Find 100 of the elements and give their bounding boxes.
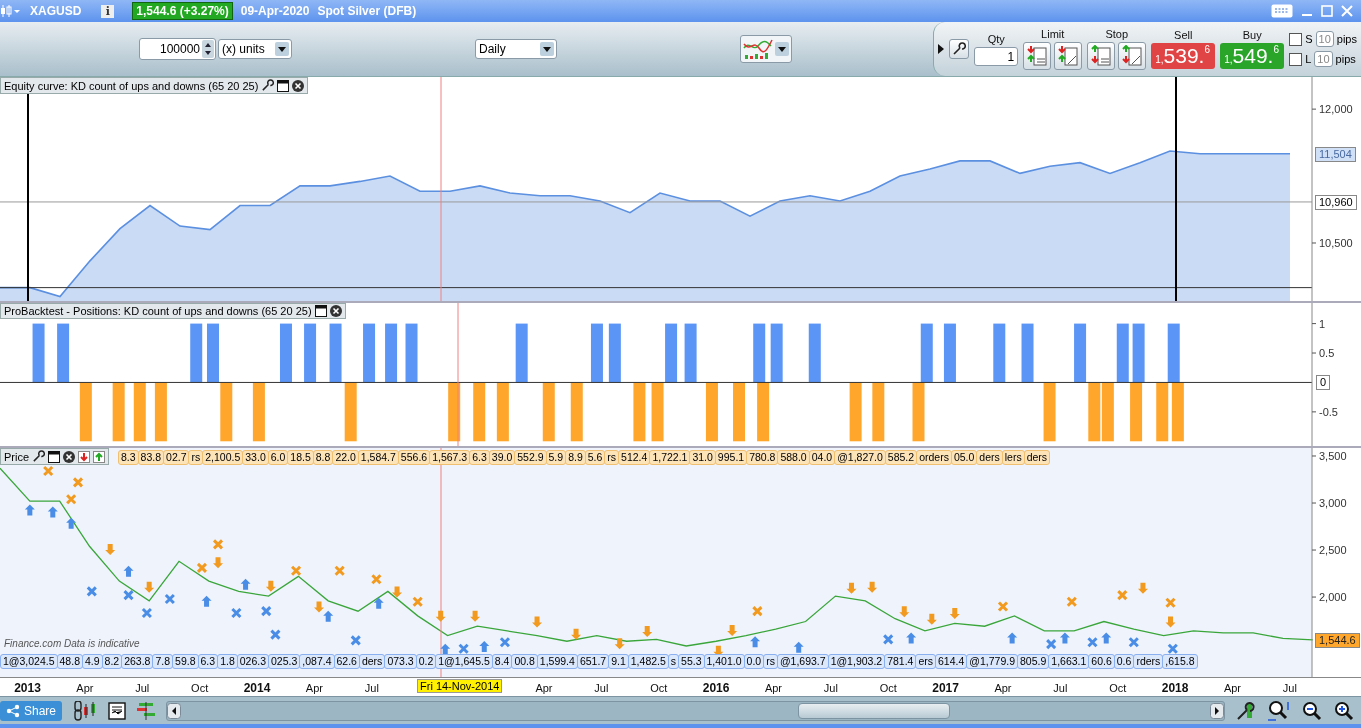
symbol-name[interactable]: XAGUSD: [30, 4, 82, 18]
quantity-spinner[interactable]: 100000: [139, 38, 216, 60]
cross-marker: [141, 607, 153, 619]
cross-marker: [86, 585, 98, 597]
order-label: 1,584.7: [357, 450, 399, 465]
cross-marker: [1128, 636, 1140, 648]
stop-order-button[interactable]: [1118, 42, 1147, 70]
order-label: 1,401.0: [703, 654, 745, 669]
window-icon[interactable]: [314, 305, 327, 317]
bars-icon[interactable]: [136, 701, 157, 720]
pips-field[interactable]: 10: [1315, 31, 1334, 47]
year-label: 2014: [243, 681, 271, 695]
order-label: @1,827.0: [834, 450, 886, 465]
wrench-icon[interactable]: [261, 79, 275, 92]
position-bar: [473, 382, 486, 442]
cursor-value-badge: 10,960: [1315, 194, 1357, 210]
cross-marker: [1165, 597, 1176, 609]
order-label: 6.3: [469, 450, 490, 465]
unit-dropdown[interactable]: (x) units: [218, 39, 292, 59]
order-label: 263.8: [121, 654, 154, 669]
checkbox[interactable]: [1289, 52, 1303, 66]
buy-button[interactable]: 1,549.$^{6}$: [1220, 43, 1285, 69]
order-label: 995.1: [714, 450, 748, 465]
indicators-button[interactable]: [740, 35, 792, 63]
down-arrow-marker: [314, 601, 324, 613]
settings-button[interactable]: [949, 39, 970, 59]
period-dropdown[interactable]: Daily: [475, 39, 557, 59]
order-label: 18.5: [287, 450, 314, 465]
checkbox[interactable]: [1289, 32, 1303, 46]
cross-marker: [1066, 596, 1078, 608]
info-button[interactable]: i: [101, 4, 115, 18]
panel-title: ProBacktest - Positions: KD count of ups and downs (65 20 25): [4, 305, 312, 317]
zoom-out-icon[interactable]: [1301, 699, 1323, 722]
axis-tick-label: 0.5: [1319, 347, 1335, 359]
close-icon[interactable]: [329, 305, 342, 317]
price-change-badge: 1,544.6 (+3.27%): [132, 2, 233, 20]
sell-button[interactable]: 1,539.$^{6}$: [1151, 43, 1216, 69]
axis-tick-label: -0.5: [1319, 405, 1338, 418]
spinner-arrows-icon[interactable]: [202, 40, 214, 58]
order-label: 512.4: [618, 450, 651, 465]
close-icon[interactable]: [292, 79, 305, 92]
option-label: L: [1305, 53, 1312, 65]
panel-title: Price: [4, 450, 30, 463]
candlestick-icon[interactable]: [0, 4, 22, 18]
order-label: 1,663.1: [1048, 654, 1090, 669]
maximize-icon[interactable]: [1321, 5, 1333, 17]
up-arrow-marker: [323, 610, 334, 622]
up-arrow-marker: [1101, 632, 1112, 644]
close-icon[interactable]: [63, 450, 76, 463]
window-icon[interactable]: [48, 450, 61, 463]
down-arrow-marker: [144, 581, 155, 593]
position-bar: [753, 323, 766, 383]
down-arrow-marker: [614, 638, 625, 650]
up-arrow-marker: [240, 578, 251, 590]
down-arrow-marker: [213, 557, 224, 569]
share-button[interactable]: Share: [0, 700, 63, 721]
zero-value-badge: 0: [1316, 375, 1331, 391]
zoom-fit-icon[interactable]: [1267, 699, 1291, 722]
pips-field[interactable]: 10: [1314, 51, 1333, 67]
limit-order-icon: [1026, 45, 1049, 67]
month-label: Apr: [994, 682, 1012, 694]
position-bar: [57, 323, 70, 383]
down-arrow-marker: [105, 544, 116, 556]
stop-order-button[interactable]: [1087, 42, 1116, 70]
zoom-in-icon[interactable]: [1333, 699, 1355, 722]
cross-marker: [997, 600, 1009, 612]
scroll-left-icon[interactable]: [167, 702, 182, 719]
collapse-arrow-icon[interactable]: [938, 44, 945, 54]
down-arrow-marker: [867, 581, 878, 593]
order-label: 60.6: [1088, 654, 1115, 669]
up-arrow-marker: [373, 597, 384, 609]
sell-order-icon[interactable]: [78, 450, 91, 463]
qty-field[interactable]: 1: [974, 46, 1019, 66]
order-label: 62.6: [333, 654, 360, 669]
limit-order-button[interactable]: [1023, 42, 1052, 70]
up-arrow-marker: [66, 517, 77, 529]
year-label: 2013: [14, 681, 41, 695]
month-label: Oct: [650, 682, 668, 694]
order-label: 651.7: [576, 654, 610, 669]
order-label: @1,779.9: [966, 654, 1018, 669]
scrollbar[interactable]: [166, 700, 1225, 721]
order-label: ers: [915, 654, 937, 669]
wrench-icon[interactable]: [32, 450, 46, 463]
window-icon[interactable]: [277, 79, 290, 92]
axis-tick-label: 2,500: [1319, 544, 1347, 557]
axis-tick-label: 3,000: [1319, 497, 1347, 509]
order-label: 614.4: [935, 654, 968, 669]
limit-order-button[interactable]: [1054, 42, 1083, 70]
up-arrow-marker: [906, 632, 917, 644]
indicator-chart-icon: [743, 38, 773, 60]
scrollbar-thumb[interactable]: [798, 702, 950, 719]
position-bar: [1130, 382, 1143, 442]
chart-settings-icon[interactable]: [1235, 699, 1257, 722]
last-price-badge: 1,544.6: [1315, 632, 1360, 648]
order-label: ,615.8: [1162, 654, 1198, 669]
scroll-right-icon[interactable]: [1210, 702, 1224, 719]
report-icon[interactable]: [108, 701, 127, 720]
buy-order-icon[interactable]: [93, 450, 106, 463]
up-arrow-marker: [479, 640, 490, 652]
year-label: 2018: [1161, 681, 1189, 695]
